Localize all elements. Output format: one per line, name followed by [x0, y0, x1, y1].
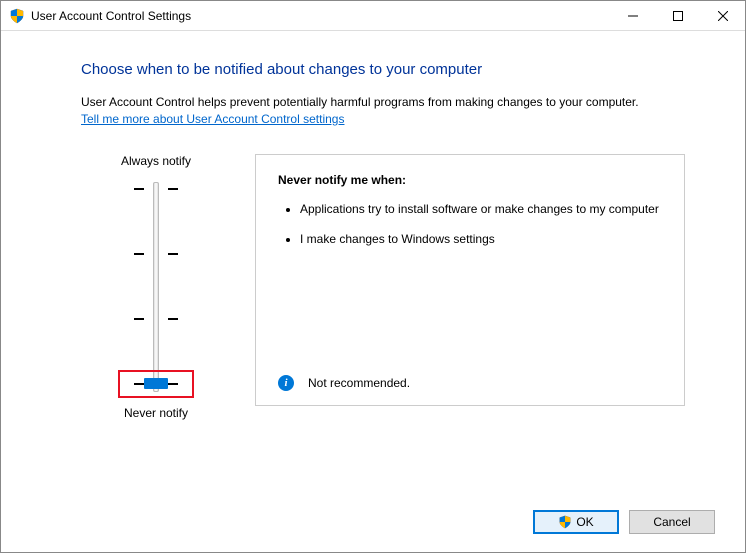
learn-more-link[interactable]: Tell me more about User Account Control …	[81, 112, 344, 126]
slider-bottom-label: Never notify	[124, 406, 188, 420]
slider-thumb[interactable]	[144, 378, 168, 389]
content-area: Choose when to be notified about changes…	[1, 31, 745, 420]
cancel-label: Cancel	[653, 515, 690, 529]
window-title: User Account Control Settings	[31, 9, 610, 23]
slider-track	[153, 182, 159, 392]
bullet-item: I make changes to Windows settings	[300, 231, 662, 248]
info-icon: i	[278, 375, 294, 391]
panel-bullet-list: Applications try to install software or …	[278, 201, 662, 263]
ok-button[interactable]: OK	[533, 510, 619, 534]
slider-column: Always notify Never notify	[81, 154, 231, 420]
bullet-item: Applications try to install software or …	[300, 201, 662, 218]
page-heading: Choose when to be notified about changes…	[81, 61, 685, 78]
description-text: User Account Control helps prevent poten…	[81, 94, 685, 111]
panel-heading: Never notify me when:	[278, 173, 662, 187]
cancel-button[interactable]: Cancel	[629, 510, 715, 534]
minimize-button[interactable]	[610, 1, 655, 30]
close-button[interactable]	[700, 1, 745, 30]
info-panel: Never notify me when: Applications try t…	[255, 154, 685, 406]
ok-label: OK	[576, 515, 593, 529]
dialog-buttons: OK Cancel	[533, 510, 715, 534]
status-text: Not recommended.	[308, 376, 410, 390]
notification-slider[interactable]	[114, 182, 198, 392]
maximize-button[interactable]	[655, 1, 700, 30]
uac-shield-icon	[558, 515, 572, 529]
slider-top-label: Always notify	[121, 154, 191, 168]
uac-shield-icon	[9, 8, 25, 24]
titlebar: User Account Control Settings	[1, 1, 745, 31]
